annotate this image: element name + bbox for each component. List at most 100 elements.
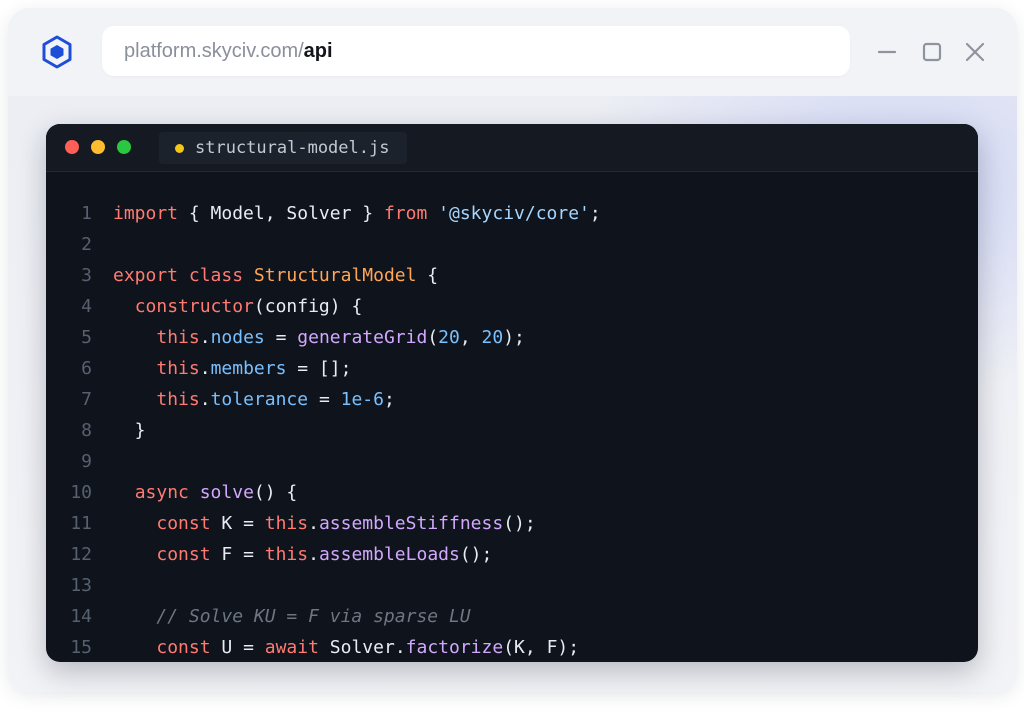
code-area[interactable]: 1 import { Model, Solver } from '@skyciv/… bbox=[46, 198, 978, 662]
tab-structural-model[interactable]: structural-model.js bbox=[159, 132, 407, 164]
code-token: = []; bbox=[286, 358, 352, 379]
code-token: tolerance bbox=[210, 389, 309, 410]
code-token: F bbox=[221, 544, 233, 565]
code-token: '@skyciv/core' bbox=[438, 203, 590, 224]
code-line[interactable]: 5 this.nodes = generateGrid(20, 20); bbox=[46, 322, 978, 353]
code-token: , bbox=[264, 203, 287, 224]
minimize-dot-icon[interactable] bbox=[91, 140, 105, 154]
code-line[interactable]: 15 const U = await Solver.factorize(K, F… bbox=[46, 632, 978, 662]
code-line[interactable]: 7 this.tolerance = 1e-6; bbox=[46, 384, 978, 415]
code-token: K bbox=[221, 513, 233, 534]
code-line[interactable]: 11 const K = this.assembleStiffness(); bbox=[46, 508, 978, 539]
code-line[interactable]: 1 import { Model, Solver } from '@skyciv/… bbox=[46, 198, 978, 229]
maximize-icon[interactable] bbox=[917, 37, 947, 67]
code-token: = bbox=[232, 544, 265, 565]
line-source: const K = this.assembleStiffness(); bbox=[113, 513, 535, 534]
code-token: { bbox=[178, 203, 211, 224]
code-line[interactable]: 6 this.members = []; bbox=[46, 353, 978, 384]
line-number: 7 bbox=[81, 389, 92, 410]
code-line[interactable]: 10 async solve() { bbox=[46, 477, 978, 508]
code-token: this bbox=[156, 358, 200, 379]
code-token: const bbox=[156, 544, 211, 565]
code-token: this bbox=[264, 544, 309, 565]
line-source: const U = await Solver.factorize(K, F); bbox=[113, 637, 579, 658]
code-token: class bbox=[188, 265, 244, 286]
code-token: factorize bbox=[405, 637, 504, 658]
code-token: const bbox=[156, 513, 211, 534]
line-source: export class StructuralModel { bbox=[113, 265, 438, 286]
editor-header: structural-model.js bbox=[46, 124, 978, 172]
code-token: . bbox=[308, 513, 319, 534]
code-token: ); bbox=[557, 637, 580, 658]
line-source: } bbox=[113, 420, 146, 441]
line-number: 11 bbox=[70, 513, 92, 534]
code-line[interactable]: 13 bbox=[46, 570, 978, 601]
code-token: 20 bbox=[481, 327, 504, 348]
address-bar[interactable]: platform.skyciv.com/api bbox=[102, 26, 850, 76]
line-number: 6 bbox=[81, 358, 92, 379]
line-number: 13 bbox=[70, 575, 92, 596]
code-token: const bbox=[156, 637, 211, 658]
line-source: async solve() { bbox=[113, 482, 298, 503]
code-token: U bbox=[221, 637, 233, 658]
line-number: 1 bbox=[81, 203, 92, 224]
code-token: = bbox=[232, 513, 265, 534]
code-token: , bbox=[524, 637, 547, 658]
code-token: . bbox=[199, 327, 211, 348]
line-number: 5 bbox=[81, 327, 92, 348]
code-token: this bbox=[264, 513, 309, 534]
code-token: from bbox=[383, 203, 428, 224]
code-token: // Solve KU = F via sparse LU bbox=[156, 606, 471, 627]
line-source: this.tolerance = 1e-6; bbox=[113, 389, 395, 410]
code-token: constructor bbox=[134, 296, 254, 317]
code-token: members bbox=[210, 358, 287, 379]
zoom-dot-icon[interactable] bbox=[117, 140, 131, 154]
code-token: } bbox=[351, 203, 384, 224]
code-token: 1e-6 bbox=[340, 389, 384, 410]
code-line[interactable]: 12 const F = this.assembleLoads(); bbox=[46, 539, 978, 570]
line-number: 3 bbox=[81, 265, 92, 286]
close-icon[interactable] bbox=[960, 37, 990, 67]
minimize-icon[interactable] bbox=[872, 37, 902, 67]
code-token: K bbox=[514, 637, 525, 658]
code-token: { bbox=[416, 265, 439, 286]
code-line[interactable]: 4 constructor(config) { bbox=[46, 291, 978, 322]
line-source: this.nodes = generateGrid(20, 20); bbox=[113, 327, 525, 348]
line-number: 2 bbox=[81, 234, 92, 255]
code-token: export bbox=[113, 265, 179, 286]
url-path: api bbox=[303, 39, 333, 62]
code-line[interactable]: 3 export class StructuralModel { bbox=[46, 260, 978, 291]
code-token: ; bbox=[383, 389, 395, 410]
hexagon-logo-icon[interactable] bbox=[40, 35, 74, 69]
code-line[interactable]: 9 bbox=[46, 446, 978, 477]
code-token: assembleLoads bbox=[318, 544, 460, 565]
code-line[interactable]: 2 bbox=[46, 229, 978, 260]
code-token: ( bbox=[253, 296, 265, 317]
code-token: F bbox=[546, 637, 558, 658]
url-base: platform.skyciv.com/ bbox=[124, 39, 304, 62]
line-source: const F = this.assembleLoads(); bbox=[113, 544, 492, 565]
code-token: await bbox=[264, 637, 319, 658]
code-token: ( bbox=[503, 637, 515, 658]
line-number: 14 bbox=[70, 606, 92, 627]
line-number: 12 bbox=[70, 544, 92, 565]
line-number: 8 bbox=[81, 420, 92, 441]
code-line[interactable]: 14 // Solve KU = F via sparse LU bbox=[46, 601, 978, 632]
code-token: = bbox=[232, 637, 265, 658]
code-token: generateGrid bbox=[297, 327, 428, 348]
code-token: 20 bbox=[438, 327, 460, 348]
code-token: ( bbox=[427, 327, 439, 348]
code-line[interactable]: 8 } bbox=[46, 415, 978, 446]
code-token: Model bbox=[210, 203, 265, 224]
close-dot-icon[interactable] bbox=[65, 140, 79, 154]
